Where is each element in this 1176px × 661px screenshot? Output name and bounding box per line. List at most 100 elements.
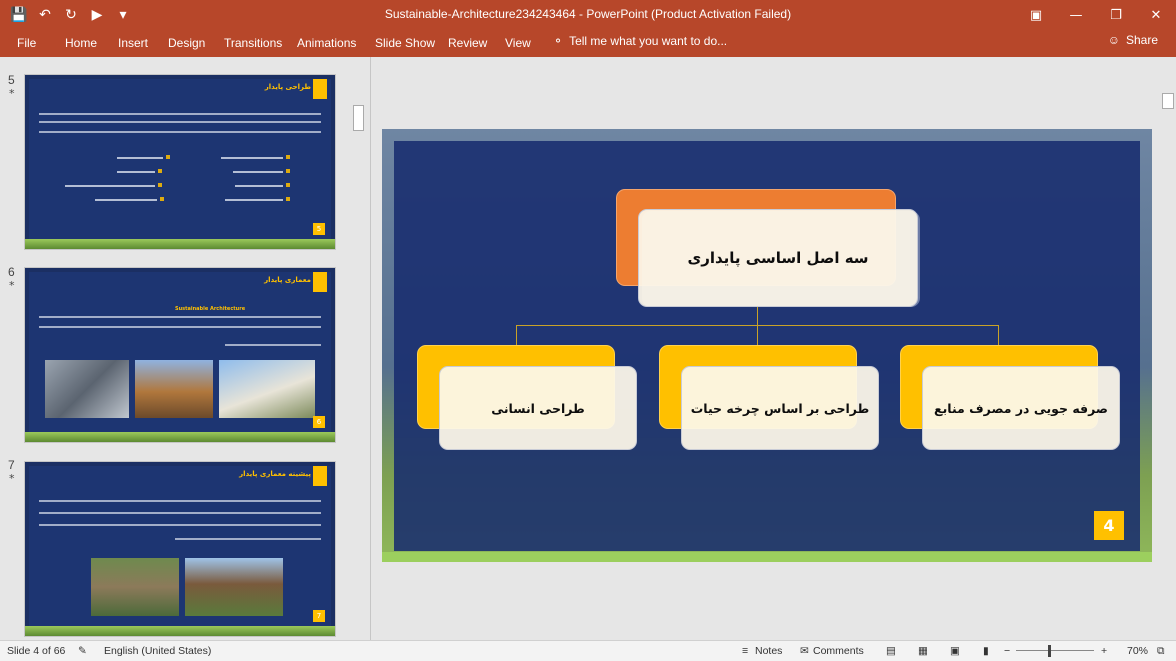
slide-thumbnail-panel: 5 * طراحی پایدار 5 6 * معماری پایدار Sus… [0,57,368,640]
text-line [39,113,321,115]
bullet-line [225,197,290,201]
bullet-line [117,155,170,159]
thumbnail-number: 6 [8,265,15,279]
language-indicator[interactable]: English (United States) [104,645,211,657]
close-icon[interactable]: ✕ [1136,0,1176,30]
tab-file[interactable]: File [17,34,36,52]
bullet-line [235,183,290,187]
connector-line [516,325,517,345]
thumbnail-title: معماری پایدار [264,276,311,284]
slide-thumbnail-6[interactable]: معماری پایدار Sustainable Architecture 6 [24,267,336,443]
thumbnail-page-number: 7 [313,610,325,622]
maximize-icon[interactable]: ❐ [1096,0,1136,30]
connector-line [998,325,999,345]
connector-line [757,325,758,345]
thumbnail-page-number: 5 [313,223,325,235]
grass-strip [25,239,335,249]
normal-view-icon[interactable]: ▤ [886,645,896,657]
title-tag [313,272,327,292]
principle-life-cycle[interactable]: طراحی بر اساس چرخه حیات [681,366,879,450]
photo-fallingwater [91,558,179,616]
bullet-line [221,155,290,159]
window-controls: ▣ — ❐ ✕ [1016,0,1176,30]
text-line [39,326,321,328]
title-bar: 💾 ↶ ↻ ▶ ▾ Sustainable-Architecture234243… [0,0,1176,30]
window-title: Sustainable-Architecture234243464 - Powe… [384,7,792,21]
bullet-line [117,169,162,173]
photo-geometric-facade [45,360,129,418]
tell-me-label: Tell me what you want to do... [569,34,728,48]
bullet-line [233,169,290,173]
fit-slide-icon[interactable]: ⧉ [1157,645,1165,658]
text-line [39,121,321,123]
share-button[interactable]: ☺ Share [1108,33,1158,47]
text-line [39,524,321,526]
tab-slide-show[interactable]: Slide Show [375,34,435,52]
notes-icon: ≡ [742,645,749,657]
status-bar: Slide 4 of 66 ✎ English (United States) … [0,640,1176,661]
share-label: Share [1125,33,1158,47]
reading-view-icon[interactable]: ▣ [950,645,960,657]
thumbnail-scrollbar[interactable] [350,57,367,640]
tab-insert[interactable]: Insert [118,34,148,52]
tab-review[interactable]: Review [448,34,487,52]
tell-me-search[interactable]: ⚬ Tell me what you want to do... [553,34,727,48]
animation-marker-icon: * [9,87,15,100]
lightbulb-icon: ⚬ [553,34,564,48]
thumbnail-frame [29,79,331,245]
text-line [225,344,321,346]
title-tag [313,466,327,486]
photo-wooden-house [185,558,283,616]
tab-animations[interactable]: Animations [297,34,356,52]
thumbnail-frame [29,466,331,632]
current-slide[interactable]: سه اصل اساسی پایداری صرفه جویی در مصرف م… [382,129,1152,562]
photo-modern-building [219,360,315,418]
principle-human-design[interactable]: طراحی انسانی [439,366,637,450]
zoom-level[interactable]: 70% [1127,645,1148,657]
text-line [39,131,321,133]
slide-counter: Slide 4 of 66 [7,645,66,657]
main-principle-title[interactable]: سه اصل اساسی پایداری [638,209,918,307]
tab-view[interactable]: View [505,34,531,52]
slide-page-number: 4 [1094,511,1124,540]
slide-sorter-icon[interactable]: ▦ [918,645,928,657]
person-icon: ☺ [1107,33,1120,47]
grass-strip [25,626,335,636]
animation-marker-icon: * [9,279,15,292]
comments-icon: ✉ [800,645,809,657]
thumbnail-title: پیشینه معماری پایدار [239,470,311,478]
zoom-slider[interactable] [1016,650,1094,651]
minimize-icon[interactable]: — [1056,0,1096,30]
scroll-thumb[interactable] [353,105,364,131]
slide-editor: سه اصل اساسی پایداری صرفه جویی در مصرف م… [370,57,1158,640]
principle-resource-saving[interactable]: صرفه جویی در مصرف منابع [922,366,1120,450]
tab-home[interactable]: Home [65,34,97,52]
tab-transitions[interactable]: Transitions [224,34,282,52]
thumbnail-page-number: 6 [313,416,325,428]
zoom-slider-thumb[interactable] [1048,645,1051,657]
zoom-in-icon[interactable]: + [1101,645,1107,657]
title-tag [313,79,327,99]
slideshow-view-icon[interactable]: ▮ [983,645,989,657]
thumbnail-highlight: Sustainable Architecture [175,306,246,312]
grass-strip [382,552,1152,562]
tab-design[interactable]: Design [168,34,205,52]
zoom-out-icon[interactable]: − [1004,645,1010,657]
ribbon-display-options-icon[interactable]: ▣ [1016,0,1056,30]
slide-thumbnail-7[interactable]: پیشینه معماری پایدار 7 [24,461,336,637]
text-line [39,316,321,318]
connector-line [757,307,758,325]
text-line [175,538,321,540]
photo-round-building [135,360,213,418]
thumbnail-number: 5 [8,73,15,87]
notes-button[interactable]: Notes [755,645,782,657]
scroll-thumb[interactable] [1162,93,1174,109]
slide-thumbnail-5[interactable]: طراحی پایدار 5 [24,74,336,250]
editor-scrollbar[interactable] [1160,57,1176,640]
bullet-line [65,183,162,187]
thumbnail-number: 7 [8,458,15,472]
text-line [39,500,321,502]
comments-button[interactable]: Comments [813,645,864,657]
spellcheck-icon[interactable]: ✎ [78,645,87,657]
bullet-line [95,197,164,201]
